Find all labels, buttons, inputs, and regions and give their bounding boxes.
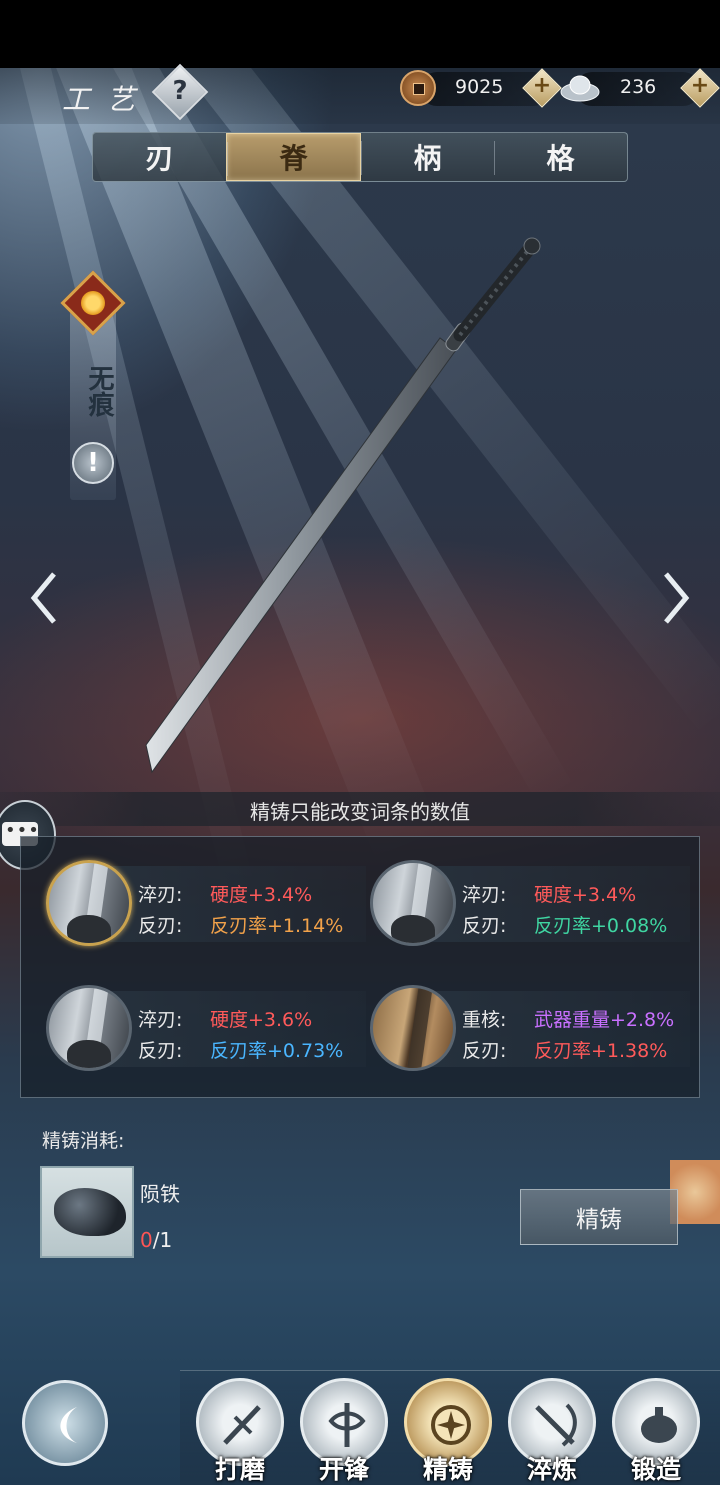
silver-amount: 236 <box>620 76 657 98</box>
plus-icon: + <box>532 73 552 98</box>
nav-label: 锻造 <box>630 1455 681 1484</box>
material-name: 陨铁 <box>140 1182 180 1206</box>
attr-value: 反刃率+0.73% <box>210 1040 344 1062</box>
nav-item-sharpen[interactable]: 开锋 <box>300 1378 388 1485</box>
forge-icon <box>641 1407 677 1443</box>
grind-icon <box>223 1405 261 1445</box>
attr-value: 硬度+3.6% <box>210 1009 313 1031</box>
material-have: 0 <box>140 1228 153 1252</box>
attr-label: 反刃: <box>462 1040 507 1062</box>
attribute-slot[interactable]: 淬刃: 硬度+3.4% 反刃: 反刃率+1.14% <box>46 860 366 950</box>
back-arrow-icon <box>60 1407 77 1443</box>
refine-cast-button[interactable]: 精铸 <box>520 1189 678 1245</box>
nav-label: 精铸 <box>422 1455 473 1484</box>
attr-label: 反刃: <box>138 1040 183 1062</box>
blade-material-icon <box>46 985 132 1071</box>
cost-title: 精铸消耗: <box>42 1130 125 1152</box>
previous-arrow-icon[interactable] <box>28 570 58 626</box>
attr-label: 重核: <box>462 1009 507 1031</box>
page-title: 工 艺 <box>62 83 139 116</box>
tab-spine[interactable]: 脊 <box>226 133 361 181</box>
blade-material-icon <box>370 860 456 946</box>
attribute-slot[interactable]: 重核: 武器重量+2.8% 反刃: 反刃率+1.38% <box>370 985 690 1075</box>
material-need: /1 <box>152 1228 173 1252</box>
copper-coin-icon <box>400 70 436 106</box>
attr-label: 反刃: <box>462 915 507 937</box>
temper-icon <box>535 1403 577 1447</box>
weighted-core-icon <box>370 985 456 1071</box>
attr-value: 反刃率+0.08% <box>534 915 668 937</box>
plus-icon: + <box>690 73 710 98</box>
tab-blade[interactable]: 刃 <box>93 133 226 181</box>
attr-label: 淬刃: <box>138 1009 183 1031</box>
part-tabs: 刃 脊 柄 格 <box>92 132 628 182</box>
attr-label: 淬刃: <box>462 884 507 906</box>
nav-label: 打磨 <box>214 1455 265 1484</box>
material-count: 0/1 <box>140 1228 172 1252</box>
sun-emblem-icon <box>81 291 105 315</box>
silver-ingot-icon <box>560 75 600 102</box>
next-arrow-icon[interactable] <box>662 570 692 626</box>
copper-amount: 9025 <box>455 76 504 98</box>
tab-handle[interactable]: 柄 <box>361 133 494 181</box>
nav-item-forge[interactable]: 锻造 <box>612 1378 700 1485</box>
nav-label: 淬炼 <box>526 1455 577 1484</box>
attribute-slot[interactable]: 淬刃: 硬度+3.4% 反刃: 反刃率+0.08% <box>370 860 690 950</box>
nav-item-grind[interactable]: 打磨 <box>196 1378 284 1485</box>
sharpen-icon <box>328 1403 366 1447</box>
nav-label: 开锋 <box>318 1455 369 1484</box>
nav-item-refine-cast[interactable]: 精铸 <box>404 1378 492 1485</box>
attr-label: 反刃: <box>138 915 183 937</box>
tab-guard[interactable]: 格 <box>494 133 627 181</box>
attr-value: 反刃率+1.38% <box>534 1040 668 1062</box>
weapon-name: 无痕 <box>84 365 114 417</box>
refine-cast-icon <box>431 1405 471 1445</box>
info-button[interactable]: ! <box>72 442 114 484</box>
nav-item-temper[interactable]: 淬炼 <box>508 1378 596 1485</box>
help-icon: ? <box>172 76 188 106</box>
blade-material-icon <box>46 860 132 946</box>
attr-value: 反刃率+1.14% <box>210 915 344 937</box>
attr-value: 硬度+3.4% <box>210 884 313 906</box>
back-button[interactable] <box>22 1380 108 1466</box>
attr-value: 武器重量+2.8% <box>534 1009 675 1031</box>
attr-label: 淬刃: <box>138 884 183 906</box>
attribute-slot[interactable]: 淬刃: 硬度+3.6% 反刃: 反刃率+0.73% <box>46 985 366 1075</box>
attr-value: 硬度+3.4% <box>534 884 637 906</box>
hint-text: 精铸只能改变词条的数值 <box>250 800 470 824</box>
